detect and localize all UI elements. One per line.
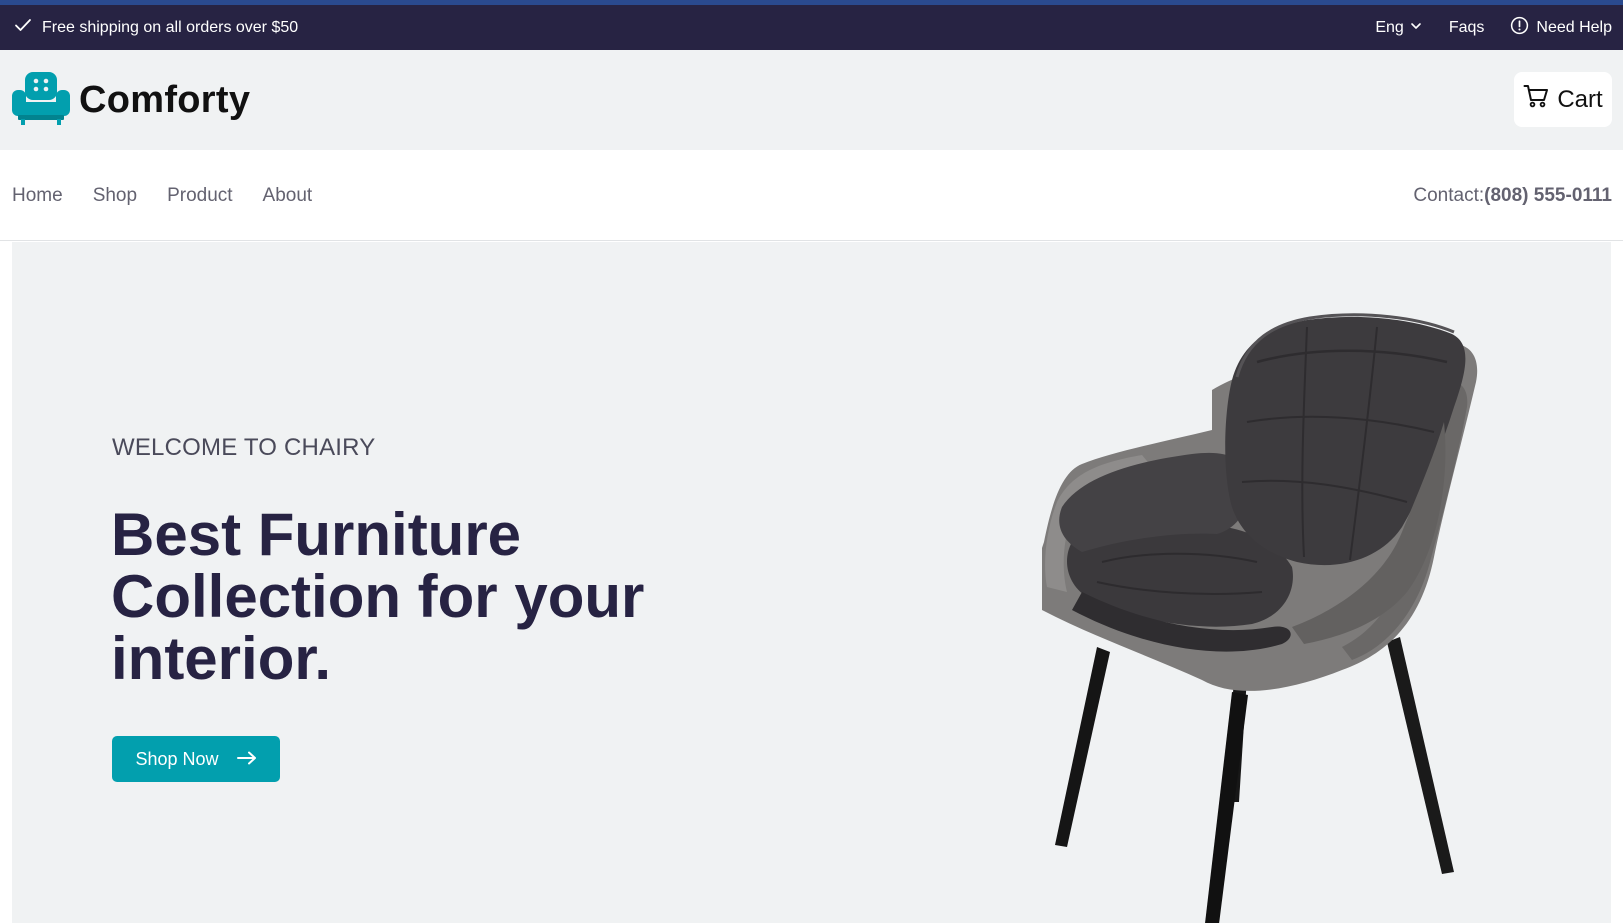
nav-item-about[interactable]: About [263,185,313,207]
shipping-text: Free shipping on all orders over $50 [42,18,299,36]
chevron-down-icon [1410,19,1422,37]
hero-subtitle: WELCOME TO CHAIRY [112,434,376,461]
check-icon [14,16,32,39]
hero-section: WELCOME TO CHAIRY Best Furniture Collect… [12,242,1611,923]
main-nav: Home Shop Product About Contact: (808) 55… [0,150,1623,241]
armchair-image [1042,313,1478,923]
shop-now-button[interactable]: Shop Now [112,736,280,782]
nav-item-home[interactable]: Home [12,185,63,207]
shop-now-label: Shop Now [135,748,219,769]
hero-title: Best Furniture Collection for your inter… [111,501,645,692]
nav-item-product[interactable]: Product [167,185,232,207]
sofa-logo-icon [12,70,70,131]
faqs-link[interactable]: Faqs [1449,19,1485,37]
need-help-label: Need Help [1536,18,1612,36]
logo[interactable]: Comforty [12,70,250,131]
language-selector[interactable]: Eng [1375,19,1421,37]
arrow-right-icon [236,749,257,770]
site-header: Comforty Cart [0,50,1623,150]
announcement-bar: Free shipping on all orders over $50 Eng… [0,5,1623,50]
contact-phone[interactable]: (808) 555-0111 [1484,185,1612,207]
cart-button[interactable]: Cart [1514,72,1612,127]
cart-icon [1523,83,1549,116]
contact-info: Contact: (808) 555-0111 [1413,150,1612,241]
contact-label: Contact: [1413,184,1485,206]
nav-item-shop[interactable]: Shop [93,185,137,207]
cart-label: Cart [1557,85,1603,113]
logo-text: Comforty [79,79,251,121]
info-icon [1510,16,1529,40]
language-label: Eng [1375,18,1404,36]
shipping-notice: Free shipping on all orders over $50 [14,5,298,50]
need-help-link[interactable]: Need Help [1510,16,1612,40]
